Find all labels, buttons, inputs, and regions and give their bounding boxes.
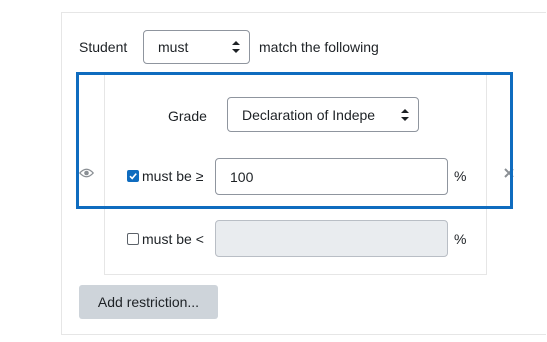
max-grade-input[interactable] — [215, 220, 448, 257]
must-select-value: must — [158, 39, 189, 55]
add-restriction-label: Add restriction... — [97, 294, 200, 310]
student-label: Student — [79, 39, 128, 55]
max-percent-label: % — [454, 231, 467, 247]
max-grade-label: must be < — [142, 231, 204, 247]
must-select[interactable]: must — [143, 30, 250, 64]
match-following-label: match the following — [259, 39, 379, 55]
select-arrows-icon — [232, 41, 240, 53]
add-restriction-button[interactable]: Add restriction... — [79, 285, 218, 319]
max-grade-checkbox[interactable] — [127, 233, 139, 245]
highlight-box — [76, 72, 513, 209]
